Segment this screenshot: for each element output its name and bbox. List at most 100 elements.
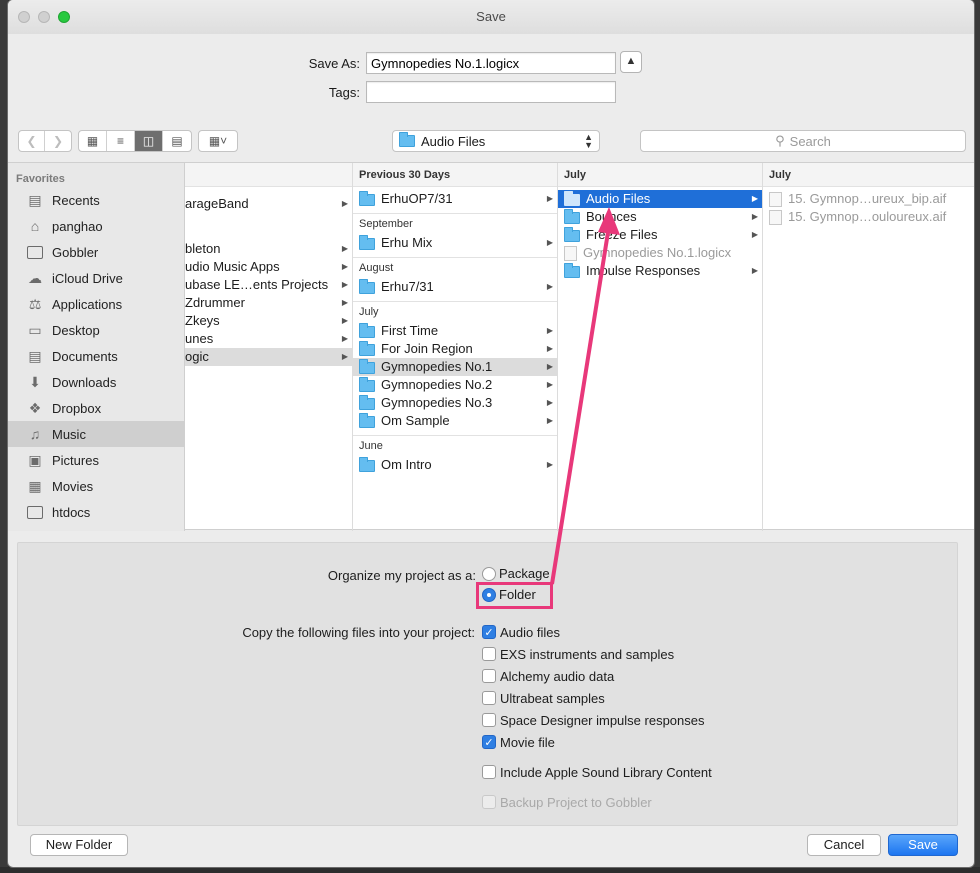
copy-option-checkbox[interactable]: Alchemy audio data xyxy=(482,667,614,685)
column-1-item[interactable]: Zdrummer ▶ xyxy=(185,294,352,312)
backup-gobbler-checkbox-box xyxy=(482,795,496,809)
column-1-item-label: Zdrummer xyxy=(185,295,245,310)
save-as-field[interactable] xyxy=(366,52,616,74)
chevron-right-icon: ▶ xyxy=(341,352,348,361)
sidebar-item-movies[interactable]: ▦ Movies xyxy=(8,473,184,499)
column-2-folder[interactable]: Gymnopedies No.3 ▶ xyxy=(353,394,557,412)
sidebar-item-desktop[interactable]: ▭ Desktop xyxy=(8,317,184,343)
save-button[interactable]: Save xyxy=(888,834,958,856)
list-view-icon[interactable]: ≡ xyxy=(107,131,135,151)
tags-field[interactable] xyxy=(366,81,616,103)
back-chevron-left-icon[interactable]: ❮ xyxy=(19,131,46,151)
column-2-folder[interactable]: Gymnopedies No.2 ▶ xyxy=(353,376,557,394)
column-1-item[interactable]: bleton ▶ xyxy=(185,240,352,258)
column-2-folder[interactable]: For Join Region ▶ xyxy=(353,340,557,358)
column-2-folder-label: Gymnopedies No.2 xyxy=(381,377,493,392)
minimize-window-button[interactable] xyxy=(38,11,50,23)
copy-option-checkbox[interactable]: ✓ Movie file xyxy=(482,733,555,751)
column-2-folder-label: Gymnopedies No.1 xyxy=(381,359,493,374)
column-view-icon[interactable]: ◫ xyxy=(135,131,163,151)
arrange-menu-button[interactable]: ▦˅ xyxy=(198,130,238,152)
sidebar-item-label: htdocs xyxy=(52,504,91,520)
arrange-grid-chevron-icon: ▦˅ xyxy=(208,134,228,148)
chevron-right-icon: ▶ xyxy=(546,416,553,425)
copy-files-label: Copy the following files into your proje… xyxy=(242,625,475,640)
column-2-folder-label: Om Sample xyxy=(381,413,450,428)
column-2-folder[interactable]: Gymnopedies No.1 ▶ xyxy=(353,358,557,376)
folder-icon xyxy=(25,244,45,260)
sidebar-item-icloud-drive[interactable]: ☁ iCloud Drive xyxy=(8,265,184,291)
apple-sound-label: Include Apple Sound Library Content xyxy=(500,764,712,780)
sidebar-item-label: Recents xyxy=(52,192,100,208)
column-2-folder[interactable]: ErhuOP7/31 ▶ xyxy=(353,190,557,208)
sidebar: Favorites ▤ Recents ⌂ panghao Gobbler ☁ iCloud… xyxy=(8,163,185,531)
sidebar-item-documents[interactable]: ▤ Documents xyxy=(8,343,184,369)
column-2-folder[interactable]: Erhu7/31 ▶ xyxy=(353,278,557,296)
search-field[interactable]: ⚲ Search xyxy=(640,130,966,152)
column-3-item[interactable]: Freeze Files ▶ xyxy=(558,226,762,244)
view-mode-buttons: ▦ ≡ ◫ ▤ xyxy=(78,130,192,152)
sidebar-item-applications[interactable]: ⚖ Applications xyxy=(8,291,184,317)
sidebar-list: ▤ Recents ⌂ panghao Gobbler ☁ iCloud Drive ⚖ App… xyxy=(8,187,184,525)
column-1-item[interactable]: arageBand ▶ xyxy=(185,195,352,213)
column-4-file[interactable]: 15. Gymnop…ureux_bip.aif xyxy=(763,190,974,208)
sidebar-item-htdocs[interactable]: htdocs xyxy=(8,499,184,525)
folder-icon xyxy=(564,208,580,224)
sidebar-item-label: Music xyxy=(52,426,86,442)
icon-view-grid-icon[interactable]: ▦ xyxy=(79,131,107,151)
folder-icon xyxy=(359,278,375,294)
zoom-window-button[interactable] xyxy=(58,11,70,23)
column-3-header: July xyxy=(558,163,762,187)
sidebar-item-pictures[interactable]: ▣ Pictures xyxy=(8,447,184,473)
cover-flow-icon[interactable]: ▤ xyxy=(163,131,191,151)
copy-option-checkbox[interactable]: Ultrabeat samples xyxy=(482,689,605,707)
movies-icon: ▦ xyxy=(28,477,42,494)
column-3-item[interactable]: Bounces ▶ xyxy=(558,208,762,226)
backup-gobbler-checkbox: Backup Project to Gobbler xyxy=(482,793,652,811)
new-folder-button[interactable]: New Folder xyxy=(30,834,128,856)
back-forward-buttons: ❮ ❯ xyxy=(18,130,72,152)
column-4-file[interactable]: 15. Gymnop…ouloureux.aif xyxy=(763,208,974,226)
sidebar-item-downloads[interactable]: ⬇ Downloads xyxy=(8,369,184,395)
location-popup[interactable]: Audio Files ▲ ▼ xyxy=(392,130,600,152)
forward-chevron-right-icon[interactable]: ❯ xyxy=(45,131,71,151)
column-3-item[interactable]: Audio Files ▶ xyxy=(558,190,762,208)
sidebar-item-dropbox[interactable]: ❖ Dropbox xyxy=(8,395,184,421)
copy-option-checkbox[interactable]: EXS instruments and samples xyxy=(482,645,674,663)
collapse-chevron-up-icon[interactable]: ▲ xyxy=(620,51,642,73)
chevron-right-icon: ▶ xyxy=(341,334,348,343)
chevron-right-icon: ▶ xyxy=(546,380,553,389)
cancel-button[interactable]: Cancel xyxy=(807,834,881,856)
column-2-list: ErhuOP7/31 ▶ September Erhu Mix ▶ August Erhu7… xyxy=(353,187,557,479)
column-1-item[interactable]: unes ▶ xyxy=(185,330,352,348)
column-1-list: arageBand ▶ bleton ▶ udio Music Apps ▶ ubase L… xyxy=(185,187,352,366)
sidebar-item-panghao[interactable]: ⌂ panghao xyxy=(8,213,184,239)
home-icon: ⌂ xyxy=(30,218,40,234)
close-window-button[interactable] xyxy=(18,11,30,23)
column-3-item[interactable]: Gymnopedies No.1.logicx xyxy=(558,244,762,262)
sidebar-item-label: Documents xyxy=(52,348,118,364)
column-2-folder[interactable]: First Time ▶ xyxy=(353,322,557,340)
sidebar-item-label: panghao xyxy=(52,218,103,234)
column-2-folder[interactable]: Erhu Mix ▶ xyxy=(353,234,557,252)
column-3-item[interactable]: Impulse Responses ▶ xyxy=(558,262,762,280)
column-2-folder[interactable]: Om Intro ▶ xyxy=(353,456,557,474)
copy-option-checkbox[interactable]: Space Designer impulse responses xyxy=(482,711,705,729)
column-1-item[interactable]: ubase LE…ents Projects ▶ xyxy=(185,276,352,294)
column-1-item[interactable]: Zkeys ▶ xyxy=(185,312,352,330)
sidebar-item-recents[interactable]: ▤ Recents xyxy=(8,187,184,213)
copy-option-checkbox[interactable]: ✓ Audio files xyxy=(482,623,560,641)
column-2-folder[interactable]: Om Sample ▶ xyxy=(353,412,557,430)
chevron-right-icon: ▶ xyxy=(546,398,553,407)
column-1-item[interactable]: ogic ▶ xyxy=(185,348,352,366)
column-1-item[interactable]: udio Music Apps ▶ xyxy=(185,258,352,276)
sidebar-item-gobbler[interactable]: Gobbler xyxy=(8,239,184,265)
chevron-right-icon: ▶ xyxy=(751,212,758,221)
column-1-header xyxy=(185,163,352,187)
sidebar-item-label: Movies xyxy=(52,478,94,494)
apple-sound-checkbox[interactable]: Include Apple Sound Library Content xyxy=(482,763,712,781)
package-radio[interactable]: Package xyxy=(482,566,550,581)
sidebar-item-label: Gobbler xyxy=(52,244,99,260)
sidebar-item-music[interactable]: ♫ Music xyxy=(8,421,184,447)
